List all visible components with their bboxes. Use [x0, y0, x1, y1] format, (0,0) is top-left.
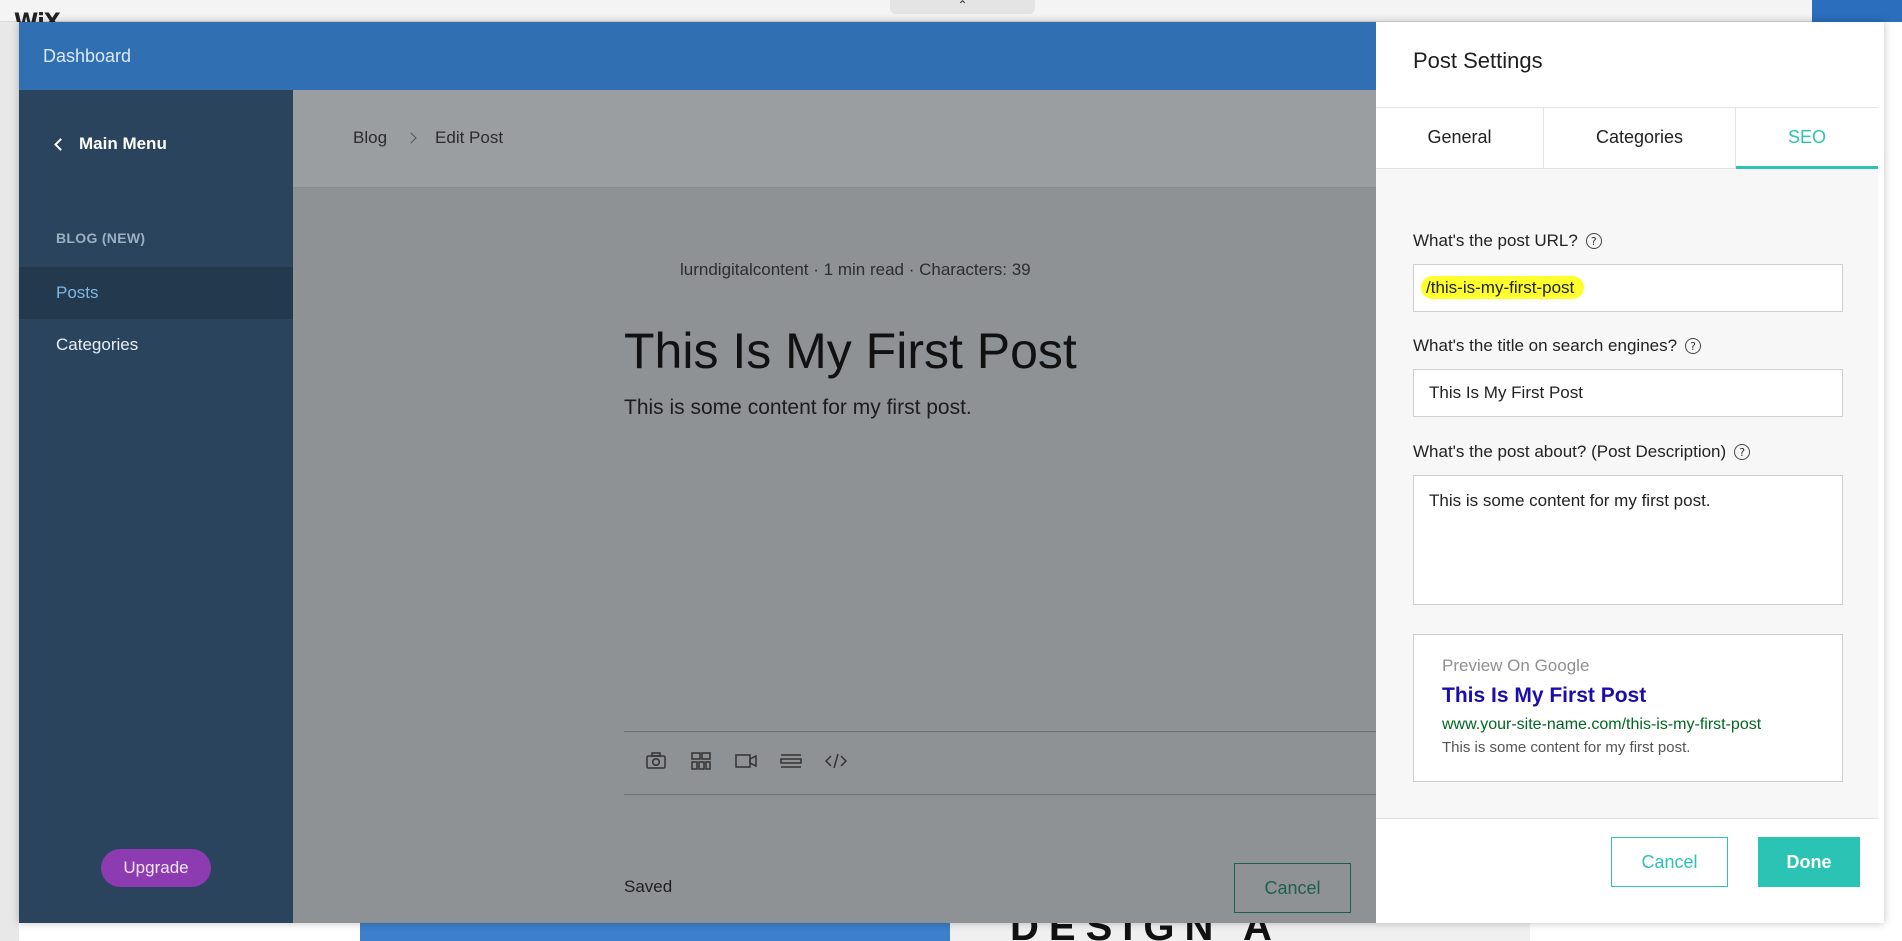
camera-icon[interactable]	[643, 748, 668, 773]
sidebar-item-categories[interactable]: Categories	[19, 319, 293, 371]
sidebar-section-label: BLOG (NEW)	[56, 230, 146, 246]
post-url-input[interactable]: /this-is-my-first-post	[1413, 264, 1843, 312]
background-canvas-strip	[360, 922, 950, 941]
breadcrumb-blog[interactable]: Blog	[353, 128, 387, 148]
post-title[interactable]: This Is My First Post	[624, 322, 1077, 380]
preview-url: www.your-site-name.com/this-is-my-first-…	[1442, 716, 1762, 733]
meta-separator: ·	[813, 260, 824, 279]
toolbar-divider-bottom	[624, 794, 1376, 795]
panel-title: Post Settings	[1413, 48, 1543, 73]
settings-tabs: General Categories SEO	[1376, 108, 1878, 169]
meta-separator: ·	[908, 260, 920, 279]
editor-toolbar	[643, 748, 848, 773]
post-editor: Blog Edit Post lurndigitalcontent · 1 mi…	[293, 90, 1376, 923]
sidebar: Main Menu BLOG (NEW) Posts Categories Up…	[19, 90, 293, 923]
url-label: What's the post URL? ?	[1413, 231, 1602, 251]
preview-title: This Is My First Post	[1442, 684, 1647, 707]
tab-general[interactable]: General	[1376, 108, 1544, 169]
chevron-left-icon	[54, 137, 67, 151]
chevron-right-icon	[405, 132, 417, 144]
toolbar-divider-top	[624, 731, 1376, 732]
background-left-toolbar	[0, 22, 19, 941]
cancel-button[interactable]: Cancel	[1611, 837, 1728, 887]
main-menu-label: Main Menu	[79, 134, 167, 153]
editor-cancel-button[interactable]: Cancel	[1234, 863, 1351, 913]
url-highlight: /this-is-my-first-post	[1421, 276, 1585, 299]
tab-seo[interactable]: SEO	[1736, 108, 1878, 169]
dashboard-header: Dashboard	[19, 22, 1376, 90]
help-icon[interactable]: ?	[1734, 444, 1751, 460]
post-settings-panel: Post Settings General Categories SEO Wha…	[1376, 22, 1884, 923]
google-preview: Preview On Google This Is My First Post …	[1413, 634, 1843, 782]
tab-categories[interactable]: Categories	[1544, 108, 1736, 169]
post-author: lurndigitalcontent	[680, 260, 809, 279]
post-body[interactable]: This is some content for my first post.	[624, 396, 972, 420]
description-textarea[interactable]: This is some content for my first post.	[1413, 475, 1843, 605]
seo-title-label-text: What's the title on search engines?	[1413, 336, 1678, 355]
breadcrumb: Blog Edit Post	[353, 128, 503, 148]
preview-description: This is some content for my first post.	[1442, 739, 1691, 756]
description-label-text: What's the post about? (Post Description…	[1413, 442, 1727, 461]
divider-icon[interactable]	[778, 748, 803, 773]
help-icon[interactable]: ?	[1685, 338, 1702, 354]
done-button[interactable]: Done	[1758, 837, 1860, 887]
post-meta: lurndigitalcontent · 1 min read · Charac…	[680, 260, 1031, 280]
help-icon[interactable]: ?	[1585, 233, 1602, 249]
seo-form: What's the post URL? ? /this-is-my-first…	[1376, 169, 1878, 819]
seo-title-input[interactable]: This Is My First Post	[1413, 369, 1843, 417]
url-label-text: What's the post URL?	[1413, 231, 1578, 250]
save-status: Saved	[624, 877, 673, 896]
video-icon[interactable]	[733, 748, 758, 773]
sidebar-item-posts[interactable]: Posts	[19, 267, 293, 319]
preview-label: Preview On Google	[1442, 656, 1590, 675]
main-menu-link[interactable]: Main Menu	[54, 134, 167, 154]
dashboard-title[interactable]: Dashboard	[43, 46, 131, 67]
collapse-chevron-icon[interactable]: ⌃	[890, 0, 1035, 14]
seo-title-label: What's the title on search engines? ?	[1413, 336, 1702, 356]
background-upgrade-strip	[1812, 0, 1902, 22]
blog-editor-modal: Dashboard Main Menu BLOG (NEW) Posts Cat…	[19, 22, 1884, 923]
breadcrumb-edit-post: Edit Post	[435, 128, 504, 147]
editor-header: Blog Edit Post	[293, 90, 1376, 188]
gallery-icon[interactable]	[688, 748, 713, 773]
code-icon[interactable]	[823, 748, 848, 773]
post-character-count: Characters: 39	[919, 260, 1031, 279]
post-read-time: 1 min read	[823, 260, 904, 279]
description-label: What's the post about? (Post Description…	[1413, 442, 1751, 462]
upgrade-button[interactable]: Upgrade	[101, 849, 211, 887]
